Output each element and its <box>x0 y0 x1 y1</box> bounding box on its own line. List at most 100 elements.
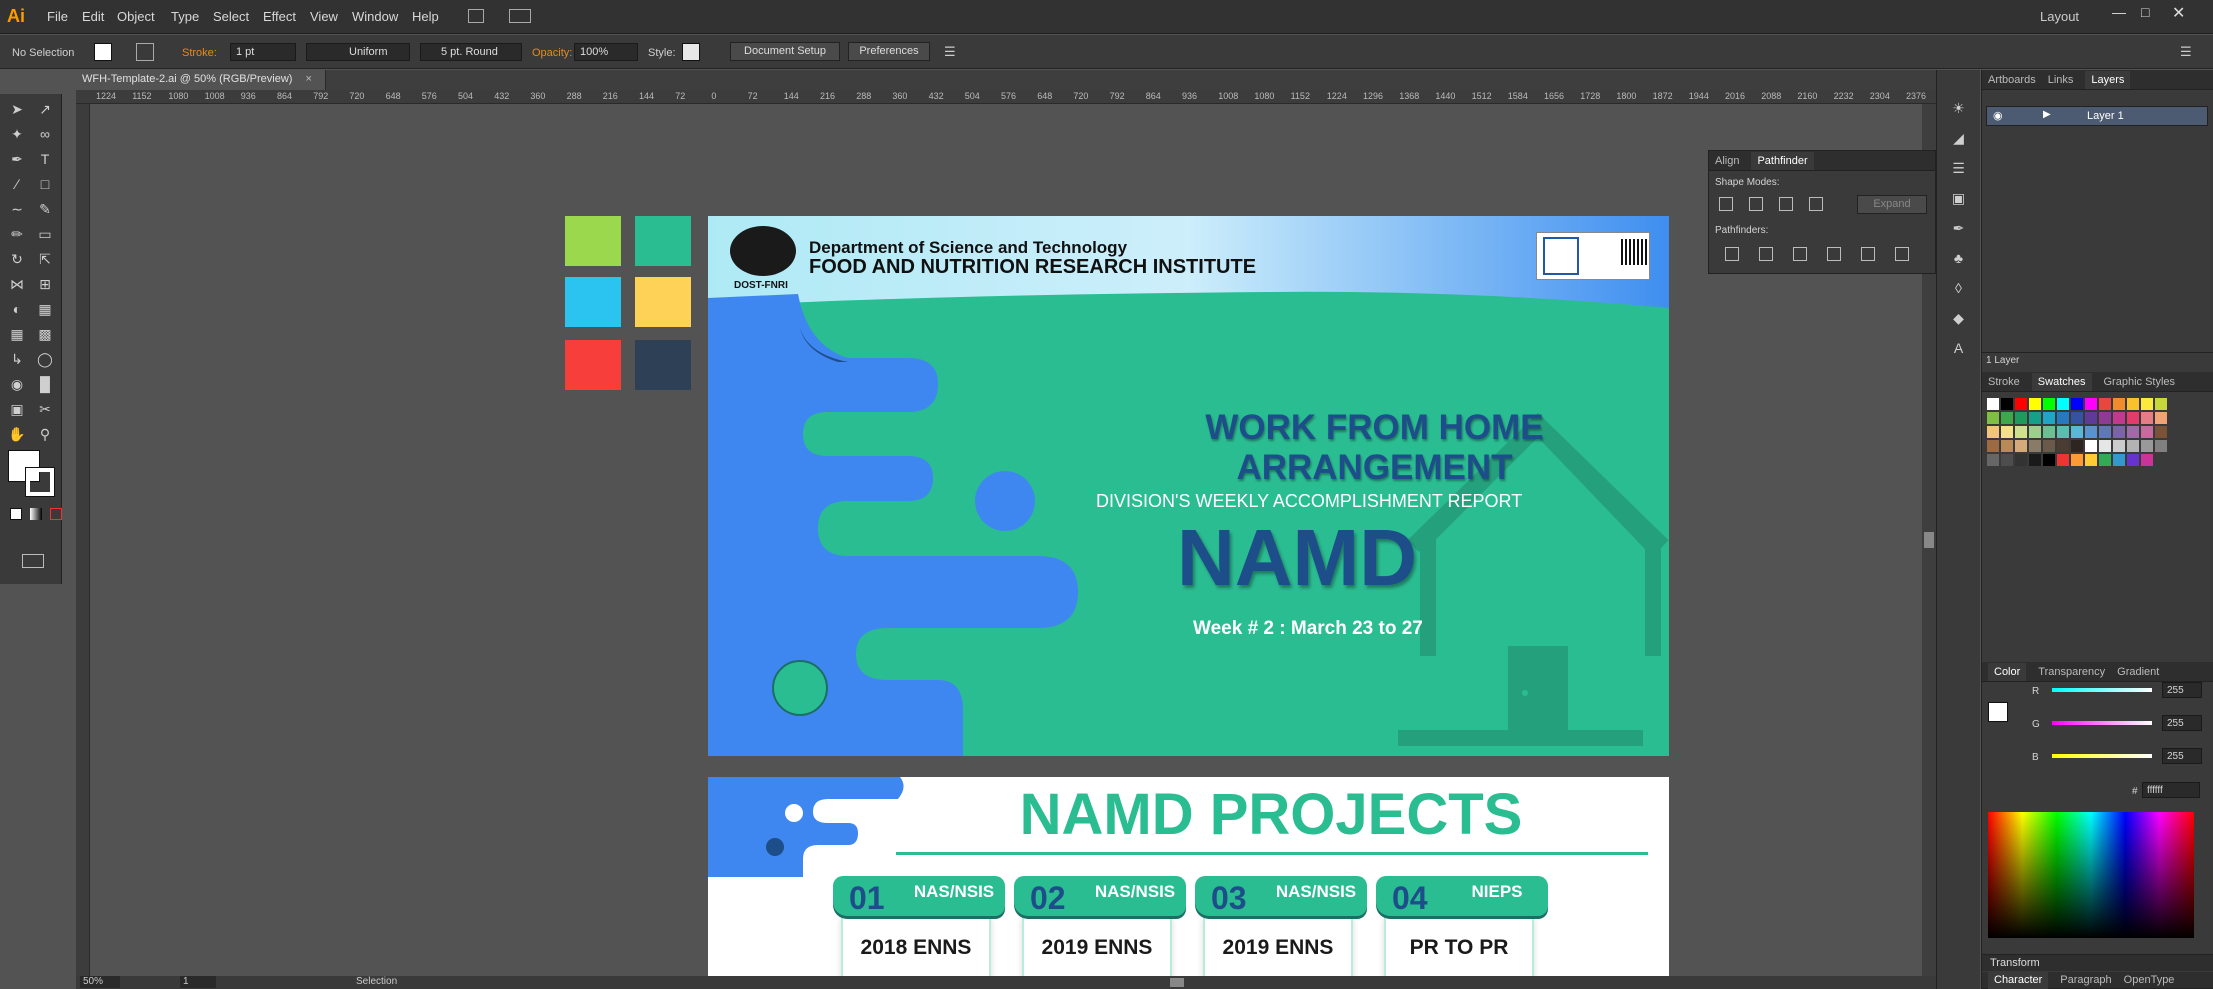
preferences-button[interactable]: Preferences <box>848 42 930 61</box>
artboard-projects[interactable]: NAMD PROJECTS 01 NAS/NSIS 2018 ENNS 02 NAS/N… <box>708 777 1669 976</box>
swatch[interactable] <box>1987 398 1999 410</box>
none-mode-icon[interactable] <box>50 508 62 520</box>
project-card[interactable]: 04 NIEPS PR TO PR <box>1376 876 1548 976</box>
swatch[interactable] <box>2001 454 2013 466</box>
expand-button[interactable]: Expand <box>1857 195 1927 214</box>
eraser-icon[interactable]: ▭ <box>34 223 56 245</box>
swatch[interactable] <box>2155 426 2167 438</box>
graphic-style-swatch[interactable] <box>682 43 700 61</box>
fill-swatch[interactable] <box>94 43 112 61</box>
swatch[interactable] <box>2141 398 2153 410</box>
swatch[interactable] <box>2113 412 2125 424</box>
document-setup-button[interactable]: Document Setup <box>730 42 840 61</box>
line-tool-icon[interactable]: ∕ <box>6 173 28 195</box>
menu-effect[interactable]: Effect <box>263 9 296 24</box>
swatch[interactable] <box>2099 454 2111 466</box>
swatch[interactable] <box>2043 426 2055 438</box>
swatch[interactable] <box>2029 398 2041 410</box>
swatch[interactable] <box>2071 454 2083 466</box>
hand-tool-icon[interactable]: ✋ <box>6 423 28 445</box>
tab-align[interactable]: Align <box>1715 155 1739 167</box>
stroke-profile-select[interactable]: Uniform <box>306 43 410 61</box>
canvas[interactable]: DOST-FNRI Department of Science and Tech… <box>90 104 1936 976</box>
merge-icon[interactable] <box>1793 247 1807 261</box>
swatch[interactable] <box>2071 426 2083 438</box>
screen-mode-icon[interactable] <box>22 554 44 568</box>
shape-builder-icon[interactable]: ◐ <box>6 298 28 320</box>
project-card[interactable]: 01 NAS/NSIS 2018 ENNS <box>833 876 1005 976</box>
opacity-label[interactable]: Opacity: <box>532 47 572 59</box>
swatch[interactable] <box>2127 440 2139 452</box>
appearance-icon[interactable]: ◆ <box>1947 306 1971 330</box>
exclude-icon[interactable] <box>1809 197 1823 211</box>
swatch[interactable] <box>2057 412 2069 424</box>
swatch-yellow[interactable] <box>635 277 691 327</box>
bridge-icon[interactable] <box>468 9 484 23</box>
swatch[interactable] <box>1987 412 1999 424</box>
visibility-eye-icon[interactable]: ◉ <box>1993 109 2003 122</box>
zoom-tool-icon[interactable]: ⚲ <box>34 423 56 445</box>
maximize-icon[interactable]: □ <box>2141 4 2149 20</box>
tab-links[interactable]: Links <box>2048 74 2074 86</box>
swatch[interactable] <box>2155 412 2167 424</box>
minus-front-icon[interactable] <box>1749 197 1763 211</box>
swatch[interactable] <box>2071 440 2083 452</box>
direct-selection-icon[interactable]: ↗ <box>34 98 56 120</box>
menu-view[interactable]: View <box>310 9 338 24</box>
swatch[interactable] <box>2029 412 2041 424</box>
swatch[interactable] <box>2029 440 2041 452</box>
menu-object[interactable]: Object <box>117 9 155 24</box>
swatch-navy[interactable] <box>635 340 691 390</box>
rotate-tool-icon[interactable]: ↻ <box>6 248 28 270</box>
column-graph-icon[interactable]: █ <box>34 373 56 395</box>
artboard-number-field[interactable]: 1 <box>180 976 216 988</box>
brushes-icon[interactable]: ✒ <box>1947 216 1971 240</box>
swatch-teal[interactable] <box>635 216 691 266</box>
artboard-tool-icon[interactable]: ▣ <box>6 398 28 420</box>
align-panel-icon[interactable]: ☰ <box>1947 156 1971 180</box>
project-card[interactable]: 02 NAS/NSIS 2019 ENNS <box>1014 876 1186 976</box>
magic-wand-icon[interactable]: ✦ <box>6 123 28 145</box>
gradient-mode-icon[interactable] <box>30 508 42 520</box>
menu-help[interactable]: Help <box>412 9 439 24</box>
swatch[interactable] <box>2127 454 2139 466</box>
swatch[interactable] <box>1987 440 1999 452</box>
swatch[interactable] <box>2099 398 2111 410</box>
pathfinder-panel-icon[interactable]: ▣ <box>1947 186 1971 210</box>
swatch-cyan[interactable] <box>565 277 621 327</box>
swatch[interactable] <box>2155 398 2167 410</box>
tab-paragraph[interactable]: Paragraph <box>2060 974 2111 986</box>
swatch[interactable] <box>2015 412 2027 424</box>
character-icon[interactable]: A <box>1947 336 1971 360</box>
swatch[interactable] <box>2113 398 2125 410</box>
tab-stroke[interactable]: Stroke <box>1988 376 2020 388</box>
color-guide-icon[interactable]: ☀ <box>1947 96 1971 120</box>
perspective-grid-icon[interactable]: ▦ <box>34 298 56 320</box>
tab-artboards[interactable]: Artboards <box>1988 74 2036 86</box>
swatch[interactable] <box>2043 454 2055 466</box>
blob-brush-icon[interactable]: ✏ <box>6 223 28 245</box>
swatch[interactable] <box>2057 440 2069 452</box>
minimize-icon[interactable]: — <box>2112 4 2126 20</box>
swatch[interactable] <box>2001 398 2013 410</box>
workspace-switcher[interactable]: Layout <box>2040 9 2079 24</box>
swatch[interactable] <box>2015 454 2027 466</box>
menu-type[interactable]: Type <box>171 9 199 24</box>
swatch[interactable] <box>2043 440 2055 452</box>
swatch[interactable] <box>2099 412 2111 424</box>
width-tool-icon[interactable]: ⋈ <box>6 273 28 295</box>
swatch[interactable] <box>2015 440 2027 452</box>
swatch[interactable] <box>2113 440 2125 452</box>
stroke-label[interactable]: Stroke: <box>182 47 217 59</box>
swatch[interactable] <box>2001 412 2013 424</box>
minus-back-icon[interactable] <box>1895 247 1909 261</box>
tab-layers[interactable]: Layers <box>2085 70 2131 89</box>
slice-tool-icon[interactable]: ✂ <box>34 398 56 420</box>
swatch[interactable] <box>2113 454 2125 466</box>
swatch[interactable] <box>2141 412 2153 424</box>
mesh-tool-icon[interactable]: ▦ <box>6 323 28 345</box>
color-spectrum[interactable] <box>1988 812 2194 938</box>
pen-tool-icon[interactable]: ✒ <box>6 148 28 170</box>
crop-icon[interactable] <box>1827 247 1841 261</box>
document-tab[interactable]: WFH-Template-2.ai @ 50% (RGB/Preview) × <box>76 70 326 90</box>
